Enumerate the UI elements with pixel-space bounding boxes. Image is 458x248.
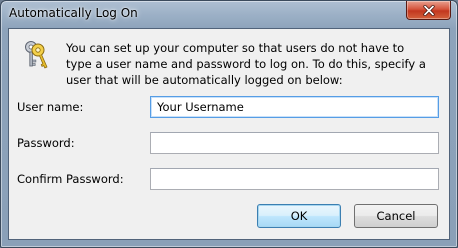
password-label: Password: — [17, 136, 75, 150]
confirm-password-label: Confirm Password: — [17, 172, 124, 186]
dialog-window: Automatically Log On You can set up your… — [0, 0, 458, 248]
username-label: User name: — [17, 100, 84, 114]
username-field[interactable] — [150, 96, 439, 118]
window-title: Automatically Log On — [9, 6, 138, 20]
info-message: You can set up your computer so that use… — [66, 41, 426, 87]
password-field[interactable] — [150, 132, 439, 154]
close-button[interactable] — [406, 1, 451, 20]
title-bar[interactable]: Automatically Log On — [1, 1, 457, 28]
close-icon — [422, 4, 435, 16]
cancel-button[interactable]: Cancel — [354, 204, 438, 228]
ok-button-label: OK — [290, 209, 308, 223]
cancel-button-label: Cancel — [376, 209, 416, 223]
keys-icon — [21, 40, 49, 70]
confirm-password-field[interactable] — [150, 168, 439, 190]
dialog-content: You can set up your computer so that use… — [8, 28, 450, 240]
ok-button[interactable]: OK — [257, 204, 341, 228]
